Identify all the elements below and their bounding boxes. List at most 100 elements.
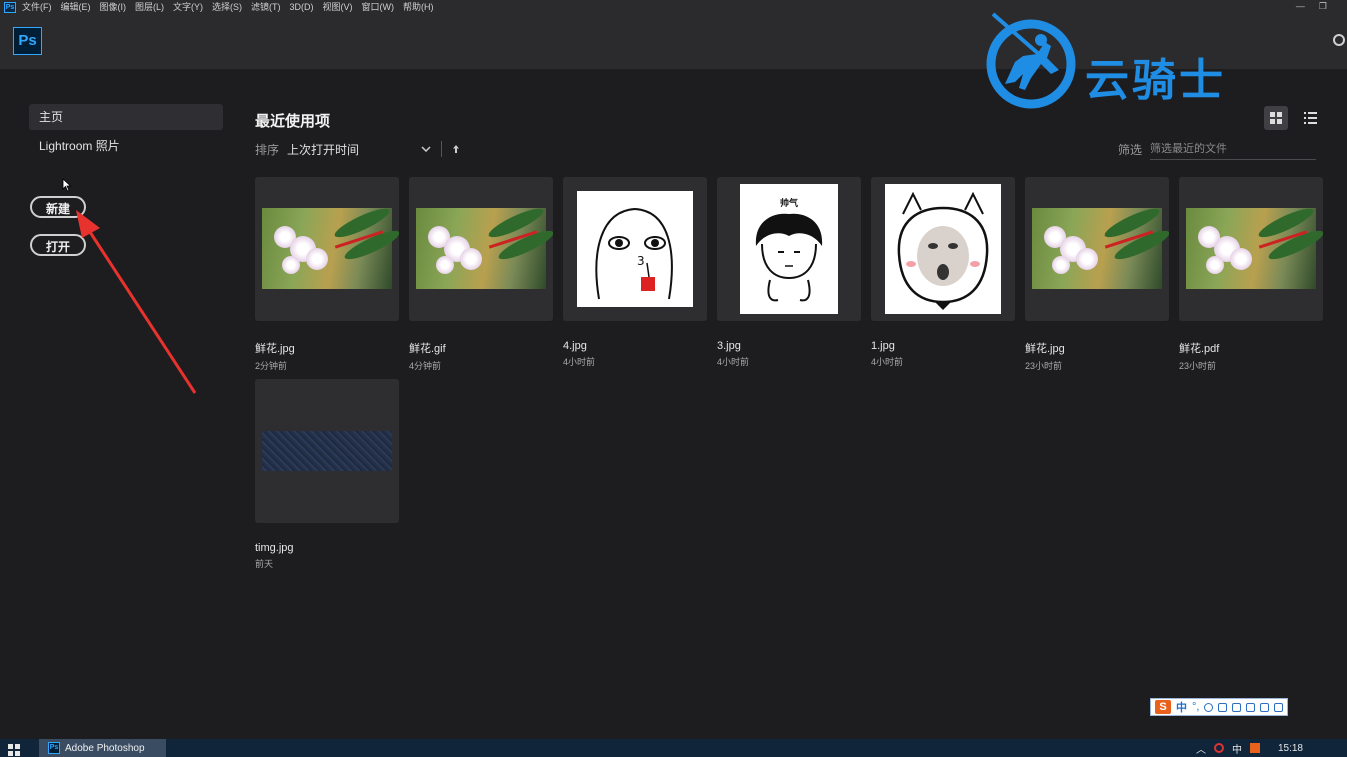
file-tile[interactable]: 鲜花.pdf 23小时前 <box>1179 177 1323 372</box>
file-name: 1.jpg <box>871 340 895 352</box>
file-name: 鲜花.jpg <box>255 343 295 355</box>
file-thumbnail[interactable] <box>1179 177 1323 321</box>
menu-type[interactable]: 文字(Y) <box>173 0 203 14</box>
meme-image: 3 <box>577 191 693 307</box>
grid-view-button[interactable] <box>1264 106 1288 130</box>
file-tile[interactable]: 鲜花.gif 4分钟前 <box>409 177 553 372</box>
menu-3d[interactable]: 3D(D) <box>290 0 314 14</box>
skin-icon[interactable] <box>1260 702 1270 712</box>
menu-view[interactable]: 视图(V) <box>323 0 353 14</box>
annotation-arrow-icon <box>76 210 197 394</box>
file-name: 4.jpg <box>563 340 587 352</box>
flower-image <box>416 203 553 289</box>
taskbar-app-label: Adobe Photoshop <box>65 742 145 754</box>
toolbox-icon[interactable] <box>1246 702 1256 712</box>
menu-layer[interactable]: 图层(L) <box>135 0 164 14</box>
watermark-text: 云骑士 <box>1085 55 1226 106</box>
emoji-icon[interactable] <box>1204 702 1214 712</box>
sort-ascending-icon[interactable] <box>452 144 460 154</box>
file-time: 前天 <box>255 559 274 569</box>
ime-language[interactable]: 中 <box>1176 699 1187 715</box>
minimize-button[interactable]: — <box>1296 0 1305 12</box>
menu-file[interactable]: 文件(F) <box>22 0 52 14</box>
menu-grid-icon[interactable] <box>1274 702 1284 712</box>
file-thumbnail[interactable] <box>409 177 553 321</box>
menu-edit[interactable]: 编辑(E) <box>61 0 91 14</box>
sidebar-item-home[interactable]: 主页 <box>29 104 223 130</box>
file-name: 鲜花.jpg <box>1025 343 1065 355</box>
sogou-icon[interactable]: S <box>1155 700 1171 714</box>
search-icon[interactable] <box>1333 34 1345 46</box>
file-tile[interactable]: 3 4.jpg 4小时前 <box>563 177 707 368</box>
tray-chevron-up-icon[interactable]: ︿ <box>1196 741 1206 756</box>
file-thumbnail[interactable] <box>255 177 399 321</box>
file-tile[interactable]: 1.jpg 4小时前 <box>871 177 1015 368</box>
flower-image <box>1186 203 1323 289</box>
meme-image: 帅气 <box>740 184 838 314</box>
meme-image <box>885 184 1001 314</box>
file-thumbnail[interactable] <box>871 177 1015 321</box>
file-time: 4小时前 <box>871 357 904 367</box>
divider <box>441 141 443 157</box>
list-view-button[interactable] <box>1298 106 1322 130</box>
knight-logo-icon <box>986 12 1076 109</box>
file-tile[interactable]: timg.jpg 前天 <box>255 379 399 570</box>
rock-texture-image <box>262 431 392 471</box>
filter-label: 筛选 <box>1118 143 1143 157</box>
file-tile[interactable]: 鲜花.jpg 23小时前 <box>1025 177 1169 372</box>
menu-window[interactable]: 窗口(W) <box>362 0 395 14</box>
recent-files-title: 最近使用项 <box>255 113 331 130</box>
system-tray: ︿ 中 15:18 <box>1196 739 1347 757</box>
file-name: timg.jpg <box>255 542 294 554</box>
flower-image <box>1032 203 1169 289</box>
filter-input[interactable] <box>1150 139 1317 160</box>
file-time: 2分钟前 <box>255 361 288 371</box>
keyboard-icon[interactable] <box>1232 702 1242 712</box>
window-controls: — ❐ <box>1296 0 1327 12</box>
file-time: 23小时前 <box>1179 361 1217 371</box>
menu-filter[interactable]: 滤镜(T) <box>251 0 281 14</box>
tray-ime-label[interactable]: 中 <box>1232 741 1242 756</box>
tray-sogou-icon[interactable] <box>1249 743 1260 753</box>
meme-drink-image: 3 <box>595 207 673 300</box>
file-time: 4小时前 <box>563 357 596 367</box>
file-time: 4小时前 <box>717 357 750 367</box>
microphone-icon[interactable] <box>1218 702 1228 712</box>
view-toggle <box>1264 106 1322 130</box>
list-view-icon <box>1303 112 1317 124</box>
clock[interactable]: 15:18 <box>1278 743 1303 754</box>
punctuation-icon[interactable]: °, <box>1192 701 1199 713</box>
grid-view-icon <box>1270 112 1282 124</box>
menu-image[interactable]: 图像(I) <box>100 0 127 14</box>
file-thumbnail[interactable]: 3 <box>563 177 707 321</box>
file-name: 鲜花.pdf <box>1179 343 1220 355</box>
file-name: 鲜花.gif <box>409 343 446 355</box>
meme-cat-image <box>897 191 989 310</box>
sidebar-item-lightroom[interactable]: Lightroom 照片 <box>29 133 223 159</box>
file-thumbnail[interactable]: 帅气 <box>717 177 861 321</box>
file-thumbnail[interactable] <box>1025 177 1169 321</box>
file-tile[interactable]: 鲜花.jpg 2分钟前 <box>255 177 399 372</box>
menu-help[interactable]: 帮助(H) <box>403 0 434 14</box>
restore-button[interactable]: ❐ <box>1319 0 1327 12</box>
file-tile[interactable]: 帅气 3.jpg 4小时前 <box>717 177 861 368</box>
sort-label: 排序 <box>255 142 280 157</box>
tray-record-icon[interactable] <box>1213 743 1224 753</box>
ime-toolbar[interactable]: S 中 °, <box>1150 698 1289 716</box>
sidebar: 主页 Lightroom 照片 新建 打开 <box>29 104 223 256</box>
file-name: 3.jpg <box>717 340 741 352</box>
meme-shuai-image: 帅气 <box>755 197 823 302</box>
file-thumbnail[interactable] <box>255 379 399 523</box>
menu-select[interactable]: 选择(S) <box>212 0 242 14</box>
photoshop-app-icon[interactable]: Ps <box>4 1 16 13</box>
taskbar-app-photoshop[interactable]: Ps Adobe Photoshop <box>39 739 166 757</box>
sort-bar: 排序 上次打开时间 <box>255 140 460 158</box>
flower-image <box>262 203 399 289</box>
photoshop-taskbar-icon: Ps <box>48 742 60 754</box>
file-time: 4分钟前 <box>409 361 442 371</box>
windows-start-icon[interactable] <box>8 744 20 756</box>
svg-text:3: 3 <box>637 254 645 268</box>
sort-dropdown[interactable]: 上次打开时间 <box>287 141 431 158</box>
svg-text:帅气: 帅气 <box>780 197 798 209</box>
sort-value: 上次打开时间 <box>287 142 360 157</box>
